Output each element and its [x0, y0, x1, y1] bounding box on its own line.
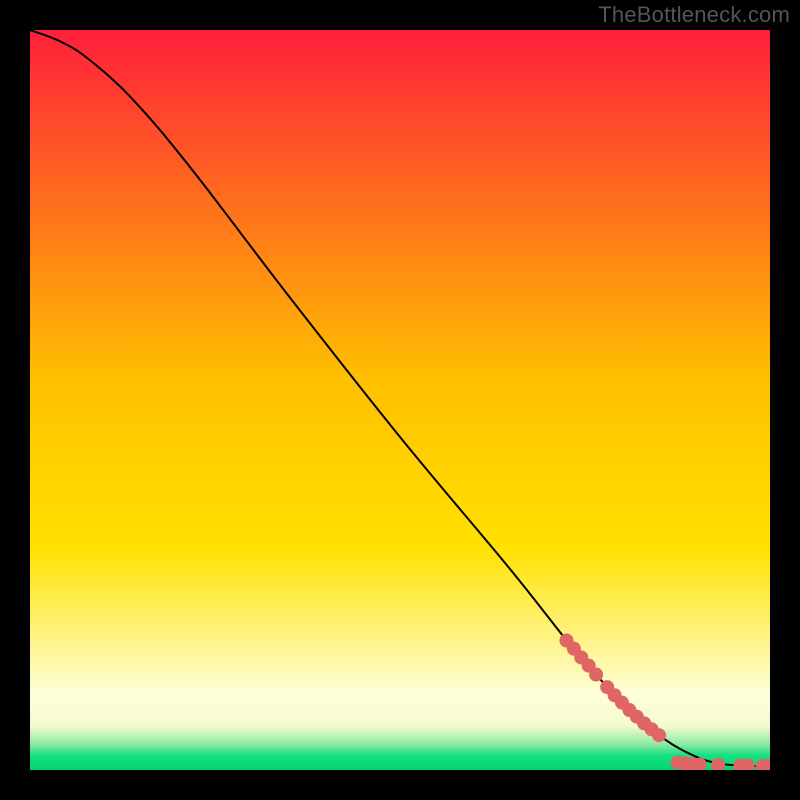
highlight-point: [652, 728, 666, 742]
chart-outer: TheBottleneck.com: [0, 0, 800, 800]
gradient-background: [30, 30, 770, 770]
chart-svg: [30, 30, 770, 770]
watermark-text: TheBottleneck.com: [598, 2, 790, 28]
plot-area: [30, 30, 770, 770]
highlight-point: [589, 668, 603, 682]
